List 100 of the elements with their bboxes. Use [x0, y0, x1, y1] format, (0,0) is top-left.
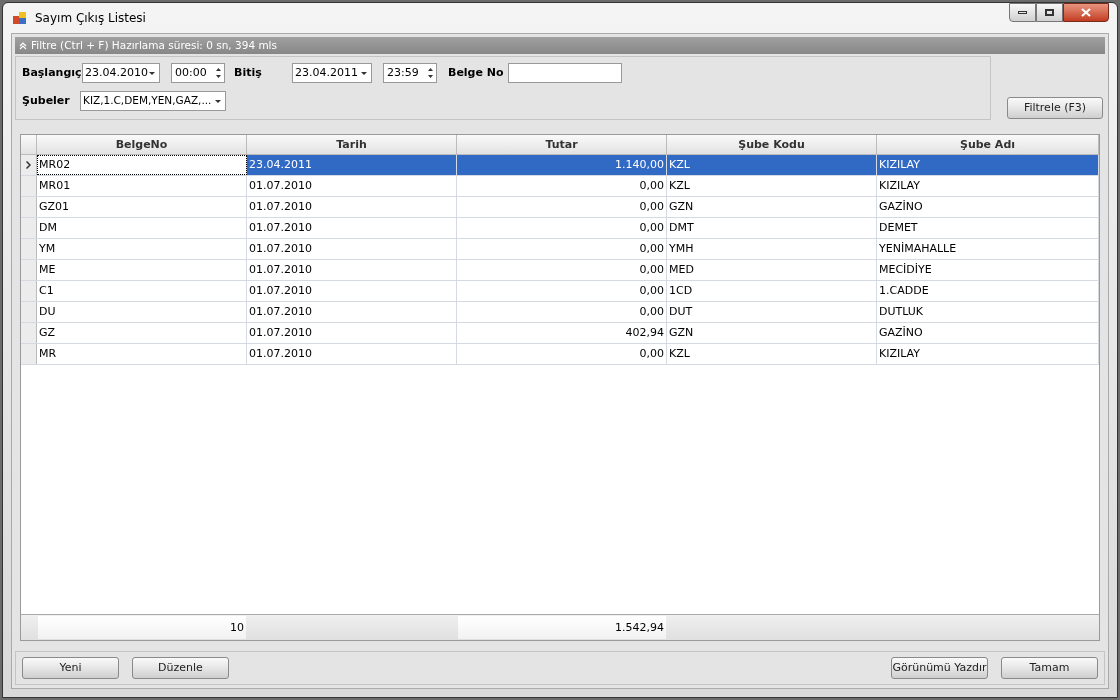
close-icon: [1081, 8, 1091, 17]
table-cell: C1: [37, 281, 247, 301]
branches-label: Şubeler: [22, 92, 71, 109]
document-number-field[interactable]: [508, 63, 622, 83]
close-button[interactable]: [1063, 3, 1109, 22]
table-cell: DEMET: [877, 218, 1099, 238]
table-cell: 23.04.2011: [247, 155, 457, 175]
table-row[interactable]: MR02 23.04.2011 1.140,00 KZL KIZILAY: [21, 155, 1099, 176]
table-cell: GAZİNO: [877, 197, 1099, 217]
table-cell: KIZILAY: [877, 344, 1099, 364]
total-summary: 1.542,94: [458, 616, 666, 639]
table-cell: 01.07.2010: [247, 197, 457, 217]
table-cell: 0,00: [457, 218, 667, 238]
column-header[interactable]: Tarih: [247, 135, 457, 154]
table-cell: GAZİNO: [877, 323, 1099, 343]
row-header[interactable]: [21, 176, 37, 196]
row-header[interactable]: [21, 344, 37, 364]
spinner-arrows-icon: [428, 67, 433, 79]
table-cell: GZN: [667, 197, 877, 217]
table-row[interactable]: ME 01.07.2010 0,00 MED MECİDİYE: [21, 260, 1099, 281]
column-header[interactable]: Şube Kodu: [667, 135, 877, 154]
column-header[interactable]: Tutar: [457, 135, 667, 154]
table-cell: GZN: [667, 323, 877, 343]
table-row[interactable]: YM 01.07.2010 0,00 YMH YENİMAHALLE: [21, 239, 1099, 260]
table-cell: DM: [37, 218, 247, 238]
table-cell: ME: [37, 260, 247, 280]
row-header[interactable]: [21, 218, 37, 238]
table-row[interactable]: GZ 01.07.2010 402,94 GZN GAZİNO: [21, 323, 1099, 344]
table-cell: 01.07.2010: [247, 260, 457, 280]
action-button[interactable]: Düzenle: [132, 657, 229, 679]
table-cell: GZ: [37, 323, 247, 343]
table-cell: KZL: [667, 344, 877, 364]
table-cell: 01.07.2010: [247, 302, 457, 322]
table-cell: 01.07.2010: [247, 176, 457, 196]
row-header[interactable]: [21, 281, 37, 301]
table-cell: DMT: [667, 218, 877, 238]
column-header[interactable]: BelgeNo: [37, 135, 247, 154]
spinner-arrows-icon: [216, 67, 221, 79]
table-cell: GZ01: [37, 197, 247, 217]
table-cell: MR02: [37, 155, 247, 175]
document-number-label: Belge No: [448, 64, 505, 81]
table-cell: 0,00: [457, 302, 667, 322]
table-cell: 0,00: [457, 197, 667, 217]
filter-header-text: Filtre (Ctrl + F) Hazırlama süresi: 0 sn, 394 mls: [31, 37, 277, 53]
row-header[interactable]: [21, 239, 37, 259]
table-cell: 0,00: [457, 176, 667, 196]
row-header[interactable]: [21, 197, 37, 217]
end-label: Bitiş: [234, 64, 263, 81]
table-cell: 402,94: [457, 323, 667, 343]
table-cell: 1.CADDE: [877, 281, 1099, 301]
table-cell: KZL: [667, 176, 877, 196]
branches-dropdown[interactable]: KIZ,1.C,DEM,YEN,GAZ,...: [80, 91, 226, 111]
table-cell: 1CD: [667, 281, 877, 301]
table-cell: YM: [37, 239, 247, 259]
table-row[interactable]: DM 01.07.2010 0,00 DMT DEMET: [21, 218, 1099, 239]
table-row[interactable]: MR 01.07.2010 0,00 KZL KIZILAY: [21, 344, 1099, 365]
table-row[interactable]: GZ01 01.07.2010 0,00 GZN GAZİNO: [21, 197, 1099, 218]
table-cell: MED: [667, 260, 877, 280]
table-cell: DUTLUK: [877, 302, 1099, 322]
start-time-spinner[interactable]: 00:00: [171, 63, 225, 83]
table-cell: MECİDİYE: [877, 260, 1099, 280]
action-button[interactable]: Tamam: [1001, 657, 1098, 679]
row-pointer-icon: [26, 161, 31, 169]
end-date-dropdown[interactable]: 23.04.2011: [292, 63, 372, 83]
table-row[interactable]: MR01 01.07.2010 0,00 KZL KIZILAY: [21, 176, 1099, 197]
table-cell: 01.07.2010: [247, 344, 457, 364]
minimize-button[interactable]: [1009, 3, 1036, 22]
row-header[interactable]: [21, 302, 37, 322]
table-cell: 0,00: [457, 344, 667, 364]
action-button[interactable]: Görünümü Yazdır: [891, 657, 988, 679]
start-label: Başlangıç: [22, 64, 82, 81]
table-cell: 01.07.2010: [247, 323, 457, 343]
table-cell: 01.07.2010: [247, 218, 457, 238]
table-row[interactable]: C1 01.07.2010 0,00 1CD 1.CADDE: [21, 281, 1099, 302]
column-header[interactable]: Şube Adı: [877, 135, 1099, 154]
maximize-button[interactable]: [1036, 3, 1063, 22]
table-cell: KIZILAY: [877, 176, 1099, 196]
dropdown-caret-icon: [361, 71, 367, 75]
table-cell: YENİMAHALLE: [877, 239, 1099, 259]
table-cell: 0,00: [457, 281, 667, 301]
start-date-dropdown[interactable]: 23.04.2010: [82, 63, 160, 83]
table-cell: KZL: [667, 155, 877, 175]
table-cell: MR: [37, 344, 247, 364]
table-cell: MR01: [37, 176, 247, 196]
action-button[interactable]: Yeni: [22, 657, 119, 679]
window-title: Sayım Çıkış Listesi: [35, 10, 146, 27]
count-summary: 10: [38, 616, 246, 639]
row-header[interactable]: [21, 323, 37, 343]
table-cell: 01.07.2010: [247, 239, 457, 259]
table-cell: 0,00: [457, 260, 667, 280]
row-header[interactable]: [21, 155, 37, 175]
end-time-spinner[interactable]: 23:59: [383, 63, 437, 83]
table-row[interactable]: DU 01.07.2010 0,00 DUT DUTLUK: [21, 302, 1099, 323]
table-cell: YMH: [667, 239, 877, 259]
row-header[interactable]: [21, 260, 37, 280]
table-cell: 0,00: [457, 239, 667, 259]
filter-button[interactable]: Filtrele (F3): [1007, 97, 1103, 119]
table-cell: DU: [37, 302, 247, 322]
table-cell: DUT: [667, 302, 877, 322]
dropdown-caret-icon: [215, 99, 221, 103]
